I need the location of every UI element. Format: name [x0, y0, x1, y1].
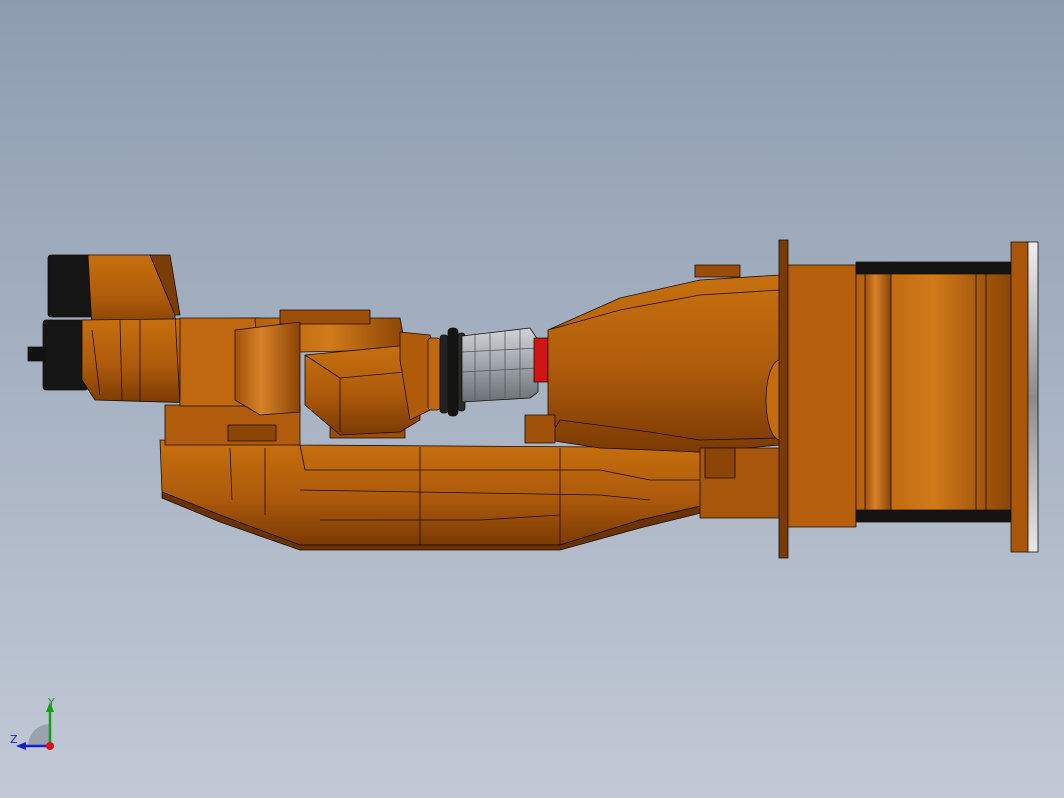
gripper-clamp [533, 337, 549, 383]
motor-lower [42, 319, 89, 391]
triad-quadrant [28, 724, 50, 746]
wrist-flange[interactable] [427, 327, 466, 417]
x-axis-dot [46, 742, 54, 750]
wrist-motor-housing[interactable] [27, 254, 271, 407]
y-axis-label: Y [47, 696, 55, 709]
robot-arm-model[interactable] [0, 0, 1064, 798]
base-mount-plate [1027, 241, 1039, 553]
base-flange-front [778, 239, 789, 559]
axis-triad: Y Z [10, 696, 55, 750]
cad-3d-viewport[interactable]: Y Z [0, 0, 1064, 798]
z-axis-label: Z [10, 733, 18, 746]
motor-upper [47, 254, 94, 318]
